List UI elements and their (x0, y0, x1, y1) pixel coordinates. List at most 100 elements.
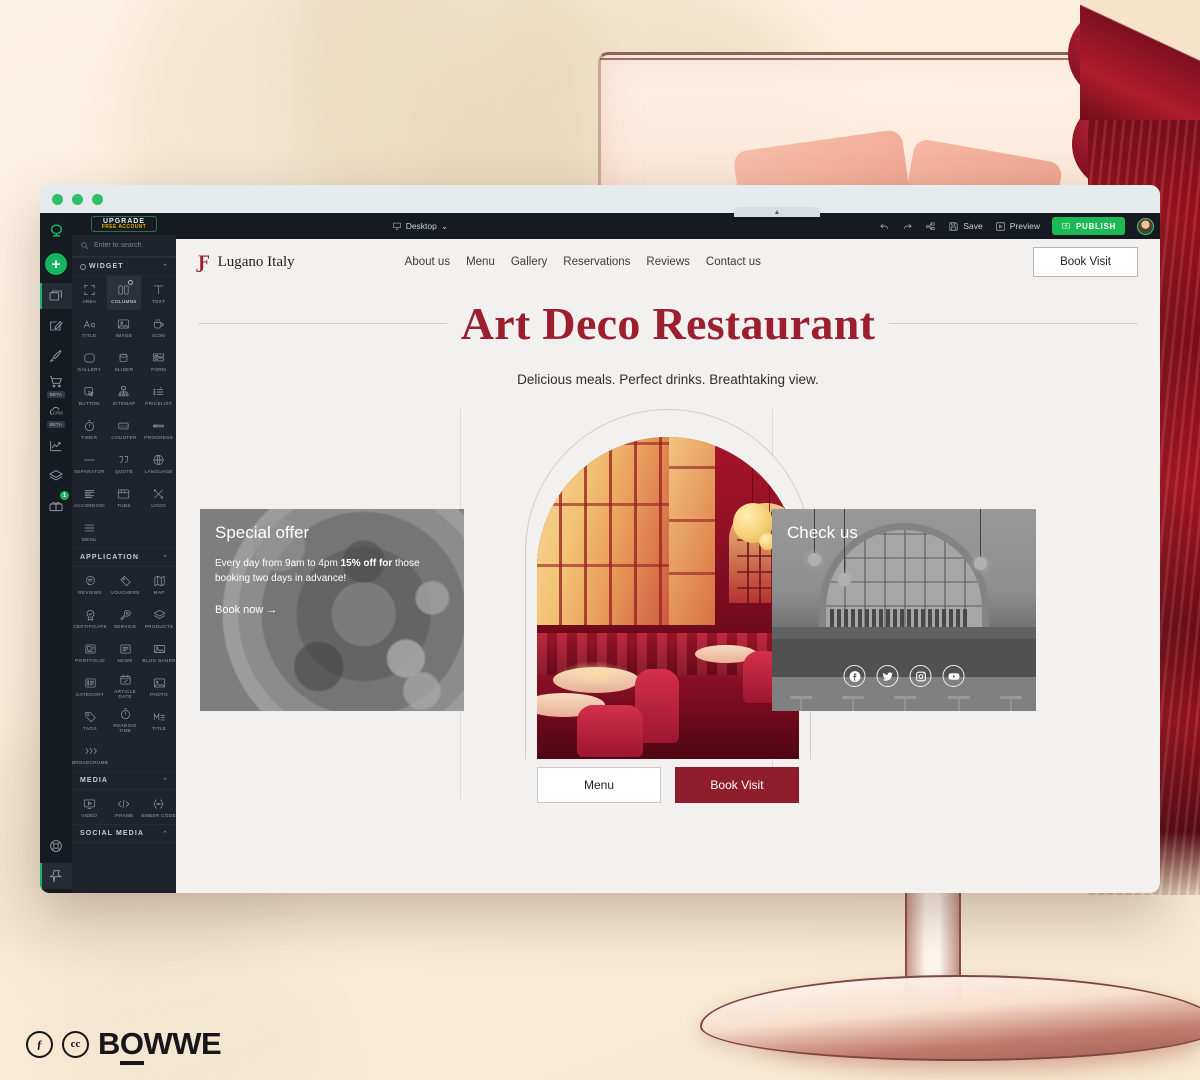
widget-label: ARTICLE DATE (114, 689, 137, 699)
section-header-social-media[interactable]: SOCIAL MEDIA ⌃ (72, 824, 176, 843)
structure-button[interactable] (925, 221, 936, 232)
sidebar-item-layers[interactable] (40, 463, 72, 489)
widget-gallery[interactable]: GALLERY (72, 344, 107, 378)
widget-image[interactable]: IMAGE (107, 310, 142, 344)
nav-link-about-us[interactable]: About us (405, 256, 450, 268)
section-header-application[interactable]: APPLICATION ⌃ (72, 548, 176, 567)
bowwe-logo-icon[interactable] (40, 219, 72, 243)
widget-iframe[interactable]: IFRAME (107, 790, 142, 824)
widget-counter[interactable]: 01 22 COUNTER (107, 412, 142, 446)
nav-link-contact-us[interactable]: Contact us (706, 256, 761, 268)
widget-menu[interactable]: MENU (72, 514, 107, 548)
sidebar-item-analytics[interactable] (40, 433, 72, 459)
widget-label: IFRAME (114, 812, 134, 818)
twitter-icon[interactable] (876, 665, 899, 687)
tubs-icon (118, 489, 130, 498)
widget-tags[interactable]: TAGS (72, 703, 108, 737)
widget-reviews[interactable]: REVIEWS (72, 567, 108, 601)
sidebar-item-gifts[interactable]: 1 (40, 491, 72, 519)
special-offer-card[interactable]: Special offer Every day from 9am to 4pm … (200, 509, 464, 711)
widget-form[interactable]: FORM (141, 344, 176, 378)
upgrade-banner[interactable]: UPGRADE FREE ACCOUNT (72, 213, 176, 235)
section-header-widget[interactable]: WIDGET ⌃ (72, 257, 176, 276)
add-button[interactable]: + (45, 253, 67, 275)
sidebar-item-design[interactable] (40, 343, 72, 369)
section-header-media[interactable]: MEDIA ⌃ (72, 771, 176, 790)
search-input[interactable]: Enter to search (72, 235, 176, 257)
widget-video[interactable]: VIDEO (72, 790, 107, 824)
widget-reading-time[interactable]: READING TIME (108, 703, 142, 737)
nav-link-gallery[interactable]: Gallery (511, 256, 547, 268)
widget-language[interactable]: LANGUAGE (141, 446, 176, 480)
widget-label: COLUMNS (111, 298, 137, 304)
widget-map[interactable]: MAP (142, 567, 176, 601)
minimize-button[interactable] (72, 193, 83, 205)
widget-area[interactable]: AREA (72, 276, 107, 310)
widget-label: BREADCRUMB (72, 759, 109, 765)
redo-button[interactable] (902, 221, 913, 232)
widget-tubs[interactable]: TUBS (107, 480, 142, 514)
widget-title[interactable]: TITLE (72, 310, 107, 344)
instagram-icon[interactable] (909, 665, 932, 687)
widget-accordion[interactable]: ACCORDION (72, 480, 107, 514)
desktop-icon (392, 222, 401, 230)
widget-category[interactable]: CATEGORY (72, 669, 108, 703)
widget-vouchers[interactable]: VOUCHERS (108, 567, 142, 601)
widget-slider[interactable]: SLIDER (107, 344, 142, 378)
device-selector[interactable]: Desktop ⌄ (392, 221, 448, 232)
calendar-icon (120, 674, 131, 685)
check-us-card[interactable]: Check us (772, 509, 1036, 711)
sidebar-item-pages[interactable] (40, 283, 72, 309)
widget-logo[interactable]: LOGO (141, 480, 176, 514)
widget-text[interactable]: TEXT (141, 276, 176, 310)
book-visit-button[interactable]: Book Visit (675, 767, 799, 803)
publish-button[interactable]: PUBLISH (1051, 217, 1125, 235)
nav-link-reservations[interactable]: Reservations (563, 256, 630, 268)
widget-quote[interactable]: QUOTE (107, 446, 142, 480)
nav-link-menu[interactable]: Menu (466, 256, 495, 268)
widget-breadcrumb[interactable]: BREADCRUMB (72, 737, 108, 771)
wrench-icon (120, 609, 131, 620)
widget-article-date[interactable]: ARTICLE DATE (108, 669, 142, 703)
close-button[interactable] (52, 193, 63, 205)
menu-button[interactable]: Menu (537, 767, 661, 803)
sidebar-item-support[interactable] (40, 833, 72, 859)
maximize-button[interactable] (92, 193, 103, 205)
widget-pricelist[interactable]: PRICELIST (141, 378, 176, 412)
widget-progress[interactable]: PROGRESS (141, 412, 176, 446)
chevron-up-icon: ⌃ (162, 263, 168, 271)
youtube-icon[interactable] (942, 665, 965, 687)
avatar[interactable] (1137, 217, 1154, 235)
site-brand[interactable]: Ƒ Lugano Italy (198, 253, 295, 272)
save-button[interactable]: Save (948, 221, 983, 232)
sidebar-item-edit[interactable] (40, 313, 72, 339)
preview-button[interactable]: Preview (995, 221, 1040, 232)
widget-portfolio[interactable]: PORTFOLIO (72, 635, 108, 669)
widget-service[interactable]: SERVICE (108, 601, 142, 635)
widget-separator[interactable]: SEPARATOR (72, 446, 107, 480)
widget-certificate[interactable]: CERTIFICATE (72, 601, 108, 635)
book-now-link[interactable]: Book now → (215, 604, 277, 616)
widget-title[interactable]: TITLE (142, 703, 176, 737)
widget-ember-code[interactable]: EMBER CODE (141, 790, 176, 824)
widget-icon[interactable]: ICON (141, 310, 176, 344)
widget-columns[interactable]: COLUMNS (106, 276, 142, 310)
site-canvas[interactable]: Ƒ Lugano Italy About us Menu Gallery Reserv… (176, 239, 1160, 893)
collapsed-tab-handle[interactable]: ▲ (734, 207, 820, 217)
header-book-visit-button[interactable]: Book Visit (1033, 247, 1138, 277)
widget-timer[interactable]: TIMER (72, 412, 107, 446)
widget-sitemap[interactable]: SITEMAP (107, 378, 142, 412)
widget-photo[interactable]: PHOTO (142, 669, 176, 703)
info-icon[interactable] (128, 280, 134, 285)
sidebar-item-pin[interactable] (40, 863, 72, 889)
undo-button[interactable] (879, 221, 890, 232)
title-icon (83, 319, 95, 328)
widget-button[interactable]: BUTTON (72, 378, 107, 412)
sidebar-item-crm[interactable]: CRM BETA (40, 403, 72, 429)
nav-link-reviews[interactable]: Reviews (646, 256, 689, 268)
widget-news[interactable]: NEWS (108, 635, 142, 669)
sidebar-item-store[interactable]: BETA (40, 373, 72, 399)
widget-blog-baner[interactable]: BLOG BANER (142, 635, 176, 669)
widget-products[interactable]: PRODUCTS (142, 601, 176, 635)
facebook-icon[interactable] (843, 665, 866, 687)
